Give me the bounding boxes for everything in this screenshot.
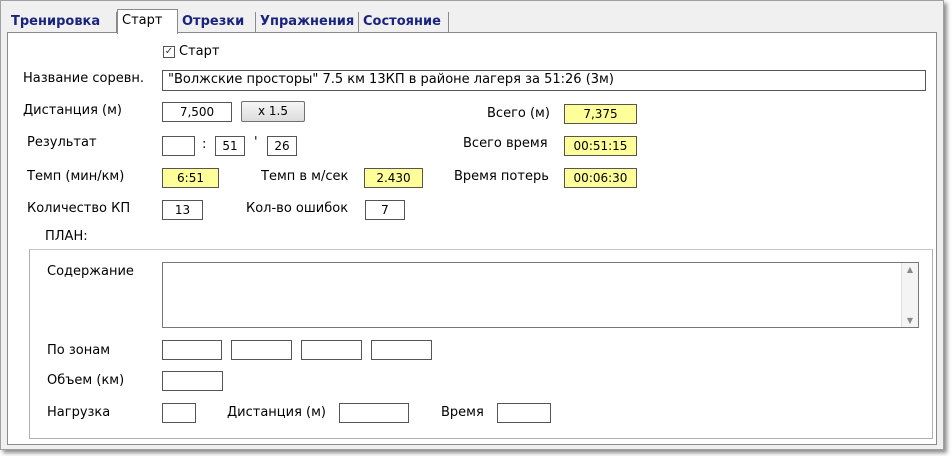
scroll-down-icon[interactable]: ▼ bbox=[902, 316, 918, 325]
load-label: Нагрузка bbox=[47, 405, 111, 420]
content-scrollbar[interactable]: ▲ ▼ bbox=[901, 263, 918, 327]
errors-field[interactable]: 7 bbox=[365, 200, 405, 220]
total-distance-value: 7,375 bbox=[564, 104, 637, 124]
result-seconds-field[interactable]: 26 bbox=[267, 136, 297, 156]
plan-title: ПЛАН: bbox=[45, 229, 88, 244]
tab-segments[interactable]: Отрезки bbox=[178, 12, 256, 32]
content-textarea[interactable]: ▲ ▼ bbox=[162, 262, 919, 328]
result-hours-field[interactable] bbox=[162, 136, 195, 156]
plan-group: Содержание ▲ ▼ По зонам Объем (км) Нагру… bbox=[29, 249, 933, 439]
tab-condition[interactable]: Состояние bbox=[359, 12, 449, 32]
speed-value: 2.430 bbox=[364, 168, 423, 188]
scroll-up-icon[interactable]: ▲ bbox=[902, 265, 918, 274]
plan-distance-label: Дистанция (м) bbox=[227, 405, 326, 420]
content-label: Содержание bbox=[47, 264, 134, 279]
competition-name-field[interactable]: "Волжские просторы" 7.5 км 13КП в районе… bbox=[162, 70, 926, 91]
zone-field-4[interactable] bbox=[371, 340, 432, 360]
result-minutes-field[interactable]: 51 bbox=[215, 136, 245, 156]
cp-count-field[interactable]: 13 bbox=[162, 200, 203, 220]
cp-count-label: Количество КП bbox=[27, 201, 131, 216]
plan-distance-field[interactable] bbox=[339, 403, 409, 423]
zones-label: По зонам bbox=[47, 343, 111, 358]
distance-field[interactable]: 7,500 bbox=[162, 102, 232, 122]
total-time-value: 00:51:15 bbox=[564, 136, 637, 156]
distance-label: Дистанция (м) bbox=[23, 103, 122, 118]
tab-strip: Тренировка Старт Отрезки Упражнения Сост… bbox=[7, 9, 937, 34]
result-label: Результат bbox=[27, 135, 97, 150]
zone-field-2[interactable] bbox=[231, 340, 292, 360]
zone-field-1[interactable] bbox=[162, 340, 222, 360]
start-checkbox[interactable]: ✓ bbox=[163, 46, 175, 58]
tab-exercises[interactable]: Упражнения bbox=[256, 12, 359, 32]
window-frame: Тренировка Старт Отрезки Упражнения Сост… bbox=[0, 0, 944, 450]
volume-label: Объем (км) bbox=[47, 373, 125, 388]
speed-label: Темп в м/сек bbox=[261, 169, 349, 184]
multiplier-button[interactable]: x 1.5 bbox=[241, 101, 305, 122]
start-checkbox-label: Старт bbox=[179, 44, 220, 59]
plan-time-label: Время bbox=[441, 405, 484, 420]
zone-field-3[interactable] bbox=[301, 340, 362, 360]
result-separator-apostrophe: ' bbox=[254, 135, 258, 150]
total-time-label: Всего время bbox=[463, 136, 548, 151]
start-panel: ✓ Старт Название соревн. "Волжские прост… bbox=[7, 32, 937, 445]
pace-value: 6:51 bbox=[162, 168, 219, 188]
total-distance-label: Всего (м) bbox=[487, 106, 550, 121]
errors-label: Кол-во ошибок bbox=[246, 201, 349, 216]
result-separator-colon: : bbox=[202, 137, 207, 152]
pace-label: Темп (мин/км) bbox=[27, 169, 125, 184]
lost-time-label: Время потерь bbox=[454, 169, 549, 184]
lost-time-value: 00:06:30 bbox=[564, 168, 637, 188]
plan-time-field[interactable] bbox=[497, 403, 551, 423]
tab-training[interactable]: Тренировка bbox=[7, 12, 117, 32]
tab-start[interactable]: Старт bbox=[117, 9, 178, 34]
volume-field[interactable] bbox=[162, 371, 223, 391]
check-icon: ✓ bbox=[164, 46, 174, 57]
load-field[interactable] bbox=[162, 403, 196, 423]
competition-label: Название соревн. bbox=[23, 71, 145, 86]
